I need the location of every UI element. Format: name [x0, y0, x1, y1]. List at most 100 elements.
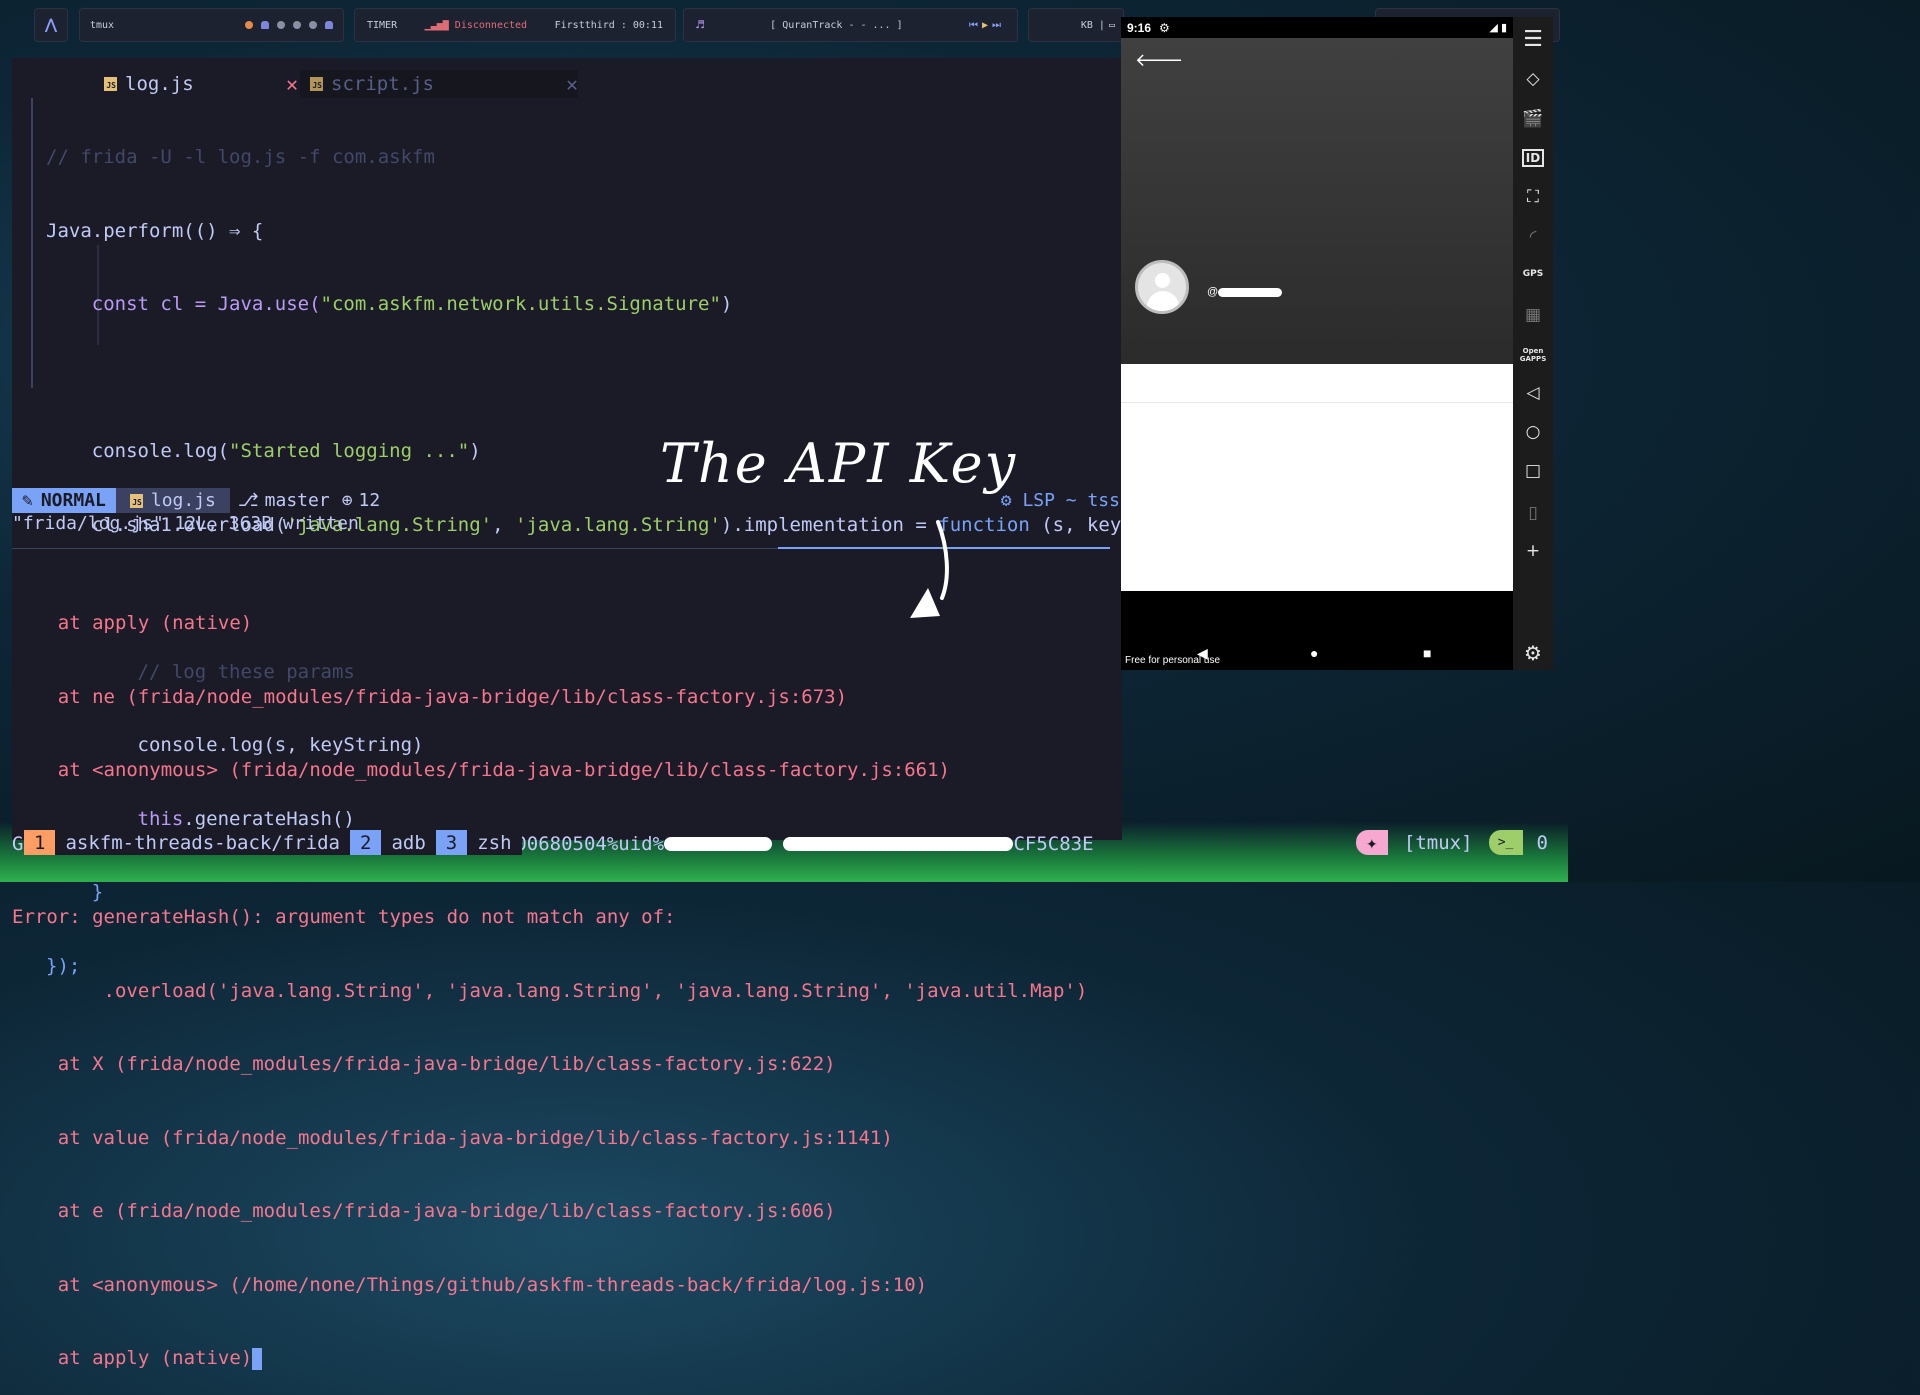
pacman-icon[interactable] [245, 21, 253, 29]
keyboard-battery-widget[interactable]: KB | ▭ [1028, 8, 1124, 42]
username-handle: @ [1207, 286, 1283, 298]
network-status: ▁▃▅▇ Disconnected [424, 19, 528, 31]
plus-circle-icon: ⊕ [341, 490, 353, 511]
change-count: 12 [358, 490, 381, 511]
workspace-dot[interactable] [277, 21, 285, 29]
android-emulator-screen[interactable]: 9:16 ⚙ ◢ ▮ 🡐 @ Free for personal use ◀ ●… [1121, 17, 1513, 670]
ghost-icon[interactable] [261, 21, 269, 29]
tmux-statusbar: 1 askfm-threads-back/frida 2 adb 3 zsh ✦… [24, 830, 1554, 855]
window-name: zsh [467, 830, 522, 855]
error-line: at e (frida/node_modules/frida-java-brid… [12, 1200, 836, 1222]
code-line: const cl = Java.use("com.askfm.network.u… [46, 293, 733, 315]
tmux-label: tmux [90, 19, 115, 31]
window-number: 1 [24, 830, 56, 855]
tab-label: script.js [331, 73, 434, 95]
error-line: at <anonymous> (/home/none/Things/github… [12, 1273, 928, 1296]
window-name: askfm-threads-back/frida [55, 830, 350, 855]
nav-back-icon[interactable]: ◀ [1197, 645, 1208, 662]
nav-recents-icon[interactable]: ■ [1423, 645, 1431, 661]
id-icon[interactable]: ID [1513, 149, 1553, 167]
gps-icon[interactable]: GPS [1513, 269, 1553, 279]
command-message: "frida/log.js" 12L, 363B written [12, 513, 359, 534]
error-line: .overload('java.lang.String', 'java.lang… [12, 979, 1088, 1002]
nav-home-icon[interactable]: ● [1310, 645, 1318, 661]
code-line: // frida -U -l log.js -f com.askfm [46, 146, 435, 168]
plus-icon[interactable]: + [1513, 541, 1553, 561]
ghost-icon[interactable] [325, 21, 333, 29]
statusline-file: JS log.js [115, 488, 230, 513]
emulator-toolbar: ☰ ◇ 🎬 ID ⛶ ◜ GPS ▦ Open GAPPS ◁ ○ □ ▯ + … [1513, 17, 1553, 670]
music-widget[interactable]: ♬ [ QuranTrack - - ... ] ⏮▶⏭ [683, 8, 1018, 42]
window-number: 3 [435, 830, 468, 855]
tmux-window-3[interactable]: 3 zsh [435, 830, 522, 855]
vim-mode: ✎ NORMAL [12, 488, 116, 513]
terminal-icon: >_ [1488, 830, 1523, 855]
error-line: at X (frida/node_modules/frida-java-brid… [12, 1053, 836, 1075]
play-icon[interactable]: ▶ [982, 20, 992, 31]
lsp-status: ⚙ LSP ~ tss [1000, 490, 1120, 511]
back-arrow-icon[interactable]: 🡐 [1135, 50, 1183, 71]
log-line: at <anonymous> (frida/node_modules/frida… [12, 759, 950, 781]
redaction-mark [1218, 287, 1283, 297]
next-icon[interactable]: ⏭ [992, 20, 1005, 31]
js-file-icon: JS [104, 77, 117, 91]
accessibility-icon: ✦ [1355, 830, 1388, 855]
git-branch-icon: ⎇ [237, 490, 259, 511]
error-line: at apply (native) [12, 1346, 1094, 1371]
error-line: Error: generateHash(): argument types do… [12, 906, 676, 928]
profile-content [1121, 364, 1513, 591]
tab-log-js[interactable]: JS log.js ✕ [94, 70, 298, 98]
log-line: at ne (frida/node_modules/frida-java-bri… [12, 685, 848, 708]
music-note-icon: ♬ [696, 17, 704, 33]
battery-icon: ▭ [1108, 19, 1115, 31]
arch-logo-icon[interactable]: ⋀ [34, 8, 68, 42]
terminal-cursor [252, 1347, 263, 1370]
annotation-text: The API Key [660, 432, 1018, 495]
terminal-output[interactable]: at apply (native) at ne (frida/node_modu… [12, 562, 1094, 1395]
track-title: [ QuranTrack - - ... ] [770, 19, 903, 31]
kb-label: KB | [1080, 19, 1105, 31]
menu-icon[interactable]: ☰ [1513, 27, 1553, 52]
error-line: at value (frida/node_modules/frida-java-… [12, 1126, 893, 1149]
rotate-icon[interactable]: ◇ [1513, 69, 1553, 89]
clapper-icon[interactable]: 🎬 [1513, 109, 1553, 129]
opengapps-icon[interactable]: Open GAPPS [1513, 347, 1553, 363]
avatar[interactable] [1135, 260, 1189, 314]
home-circle-icon[interactable]: ○ [1513, 422, 1553, 442]
tmux-session: [tmux] [1403, 831, 1473, 854]
tmux-right-status: ✦ [tmux] >_ 0 [1355, 830, 1554, 855]
previous-icon[interactable]: ⏮ [969, 20, 982, 31]
signal-battery-icon: ◢ ▮ [1489, 22, 1507, 34]
clock: 9:16 [1127, 20, 1152, 35]
profile-header: 🡐 @ [1121, 38, 1513, 364]
timer-widget[interactable]: TIMER ▁▃▅▇ Disconnected Firstthird : 00:… [354, 8, 676, 42]
tmux-window-1[interactable]: 1 askfm-threads-back/frida [24, 830, 350, 855]
rss-icon[interactable]: ◜ [1513, 227, 1553, 247]
workspace-dot[interactable] [293, 21, 301, 29]
phone-icon[interactable]: ▯ [1513, 503, 1553, 523]
back-triangle-icon[interactable]: ◁ [1513, 383, 1553, 403]
settings-gear-icon: ⚙ [1159, 20, 1170, 35]
android-navbar: Free for personal use ◀ ● ■ [1121, 591, 1513, 670]
buffer-tabs: JS log.js ✕ JS script.js ✕ [12, 70, 1122, 98]
android-statusbar: 9:16 ⚙ ◢ ▮ [1121, 17, 1513, 38]
workspace-dots[interactable] [245, 21, 333, 29]
tmux-widget[interactable]: tmux [79, 8, 344, 42]
film-icon[interactable]: ▦ [1513, 305, 1553, 325]
tmux-window-2[interactable]: 2 adb [350, 830, 436, 855]
tab-script-js[interactable]: JS script.js ✕ [300, 70, 578, 98]
recents-square-icon[interactable]: □ [1513, 461, 1553, 481]
close-icon[interactable]: ✕ [286, 72, 298, 96]
tab-label: log.js [125, 73, 194, 95]
fullscreen-icon[interactable]: ⛶ [1513, 187, 1553, 207]
annotation-arrow-icon [910, 520, 949, 618]
workspace-dot[interactable] [309, 21, 317, 29]
divider [1121, 402, 1513, 403]
code-line: Java.perform(() ⇒ { [46, 219, 264, 242]
close-icon[interactable]: ✕ [566, 72, 578, 96]
vim-logo-icon: ✎ [22, 490, 33, 511]
git-branch: ⎇ master ⊕ 12 [237, 490, 381, 511]
settings-icon[interactable]: ⚙ [1513, 641, 1553, 665]
window-number: 2 [350, 830, 382, 855]
